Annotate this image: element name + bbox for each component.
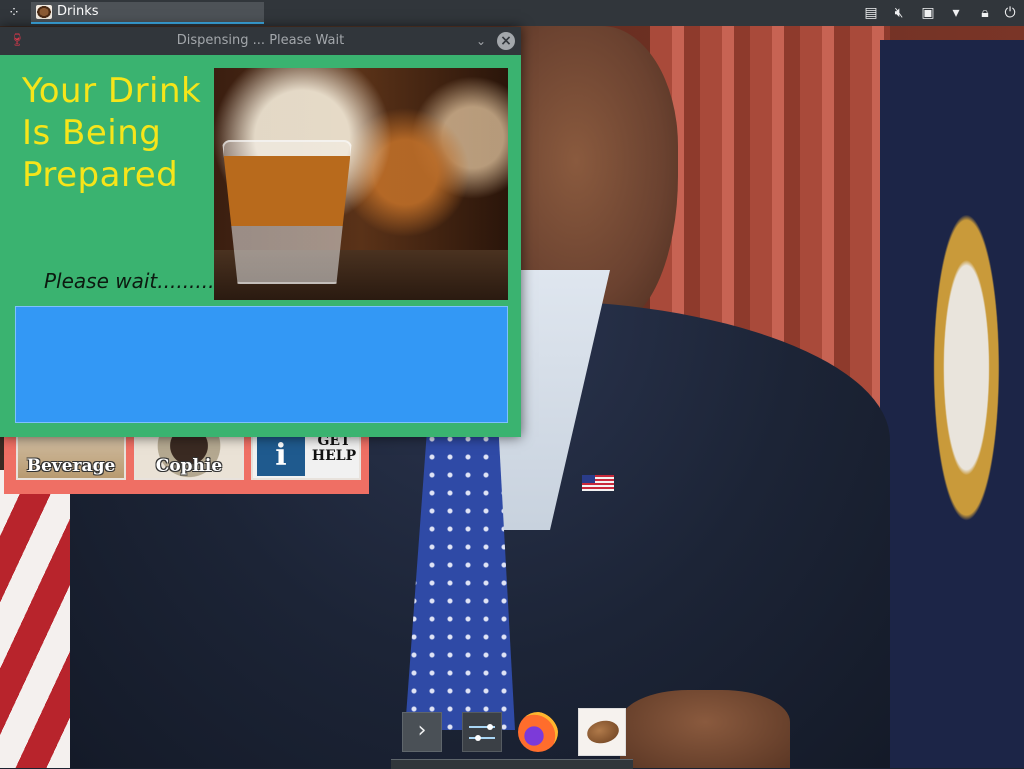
dispensing-heading: Your Drink Is Being Prepared (22, 71, 202, 195)
coffee-bean-icon (585, 717, 621, 747)
beverage-tile[interactable]: Beverage (16, 430, 126, 480)
tile-label: Cophie (155, 456, 223, 476)
cophie-tile[interactable]: Cophie (134, 430, 244, 480)
slider-knob (475, 735, 481, 741)
close-icon[interactable]: × (497, 32, 515, 50)
tile-label: Beverage (26, 456, 116, 476)
shot-glass (222, 140, 352, 284)
minimize-chevron-icon[interactable]: ⌄ (472, 32, 490, 50)
info-glyph: i (275, 438, 287, 473)
window-title: Dispensing ... Please Wait (176, 33, 345, 48)
top-panel: ⁘ Drinks ▤ 🔇︎ ▣ ▾ 🔒︎ ⏻ (0, 0, 1024, 26)
lock-icon[interactable]: 🔒︎ (976, 4, 994, 22)
task-label: Drinks (57, 4, 99, 19)
window-titlebar[interactable]: 🍷︎ Dispensing ... Please Wait ⌄ × (0, 27, 521, 55)
coffee-bean-icon (36, 5, 52, 19)
expand-arrow-icon[interactable]: › (402, 712, 442, 752)
please-wait-text: Please wait......... (44, 269, 215, 293)
wallpaper-presidential-flag (880, 40, 1024, 768)
app-launcher-icon[interactable]: ⁘ (5, 4, 23, 22)
power-icon[interactable]: ⏻ (1001, 4, 1019, 22)
get-help-label: GET HELP (311, 433, 357, 464)
taskbar-task-drinks[interactable]: Drinks (31, 2, 264, 24)
flag-lapel-pin (582, 475, 614, 491)
volume-muted-icon[interactable]: 🔇︎ (890, 4, 908, 22)
expand-tray-icon[interactable]: ▾ (947, 4, 965, 22)
dispensing-window: 🍷︎ Dispensing ... Please Wait ⌄ × Your D… (0, 27, 521, 437)
firefox-icon[interactable] (518, 712, 558, 752)
get-help-tile[interactable]: i GET HELP (251, 430, 361, 480)
network-icon[interactable]: ▣ (919, 4, 937, 22)
clipboard-icon[interactable]: ▤ (862, 4, 880, 22)
settings-sliders-icon[interactable] (462, 712, 502, 752)
info-icon: i (257, 436, 305, 476)
dispensing-progress-panel (15, 306, 508, 423)
slider-line (469, 737, 495, 739)
drinks-app-icon[interactable] (578, 708, 626, 756)
slider-knob (487, 724, 493, 730)
wallpaper-crossed-arms (620, 690, 790, 768)
whiskey-shot-glass-photo (214, 68, 508, 300)
